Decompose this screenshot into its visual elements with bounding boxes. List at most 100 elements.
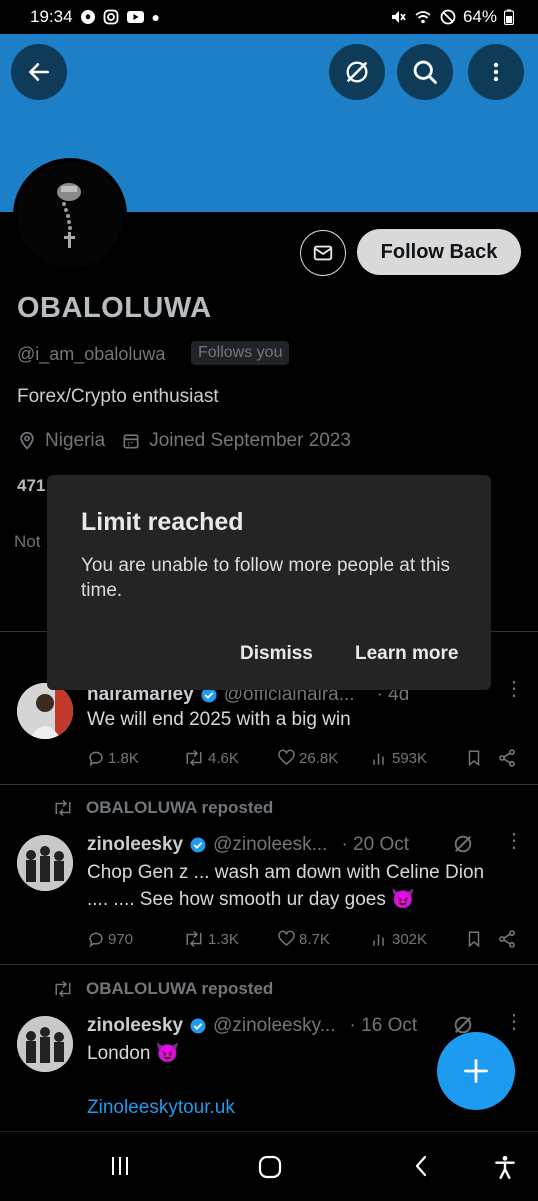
- reply-button[interactable]: 970: [87, 930, 183, 948]
- post-time: · 20 Oct: [341, 834, 410, 855]
- post-text: We will end 2025 with a big win: [87, 709, 351, 730]
- profile-bio: Forex/Crypto enthusiast: [17, 386, 219, 407]
- envelope-icon: [313, 245, 333, 261]
- post-link[interactable]: Zinoleeskytour.uk: [87, 1097, 235, 1119]
- reply-button[interactable]: 1.8K: [87, 749, 183, 767]
- reply-count: 970: [108, 930, 134, 948]
- view-count: 593K: [392, 749, 428, 767]
- battery-percent: 64%: [462, 7, 497, 26]
- post-avatar[interactable]: [17, 1016, 73, 1072]
- profile-name: OBALOLUWA: [17, 292, 212, 324]
- repost-icon: [55, 799, 71, 817]
- divider: [0, 784, 538, 785]
- reply-icon: [89, 751, 103, 767]
- followed-by-text: Not: [14, 532, 41, 551]
- grok-icon[interactable]: [452, 833, 474, 855]
- views-icon: [373, 934, 384, 946]
- post-more-icon[interactable]: ⋮: [504, 679, 524, 699]
- share-icon[interactable]: [497, 929, 517, 949]
- profile-meta: Nigeria Joined September 2023: [17, 430, 351, 452]
- status-time: 19:34: [30, 7, 73, 26]
- post-author: zinoleesky: [87, 834, 184, 855]
- rosary-hand-image: [17, 162, 123, 268]
- post-handle: @zinoleesky...: [213, 1015, 336, 1036]
- profile-joined: Joined September 2023: [149, 430, 351, 451]
- repost-label: OBALOLUWA reposted: [86, 798, 274, 817]
- zinoleesky-avatar-image: [17, 835, 73, 891]
- follow-back-button[interactable]: Follow Back: [357, 229, 521, 275]
- share-icon[interactable]: [497, 748, 517, 768]
- search-button[interactable]: [397, 44, 453, 100]
- more-options-button[interactable]: [468, 44, 524, 100]
- grok-button[interactable]: [329, 44, 385, 100]
- views-button[interactable]: 302K: [371, 930, 463, 948]
- repost-label: OBALOLUWA reposted: [86, 979, 274, 998]
- heart-icon: [278, 930, 295, 946]
- like-count: 26.8K: [299, 749, 339, 767]
- message-button[interactable]: [300, 230, 346, 276]
- post-text: London 😈: [87, 1043, 180, 1064]
- calendar-icon: [123, 434, 139, 449]
- post-avatar[interactable]: [17, 835, 73, 891]
- bookmark-icon[interactable]: [465, 929, 483, 949]
- like-count: 8.7K: [299, 930, 330, 948]
- vertical-dots-icon: [493, 62, 499, 82]
- battery-icon: [504, 9, 514, 25]
- notification-dot-icon: ●: [151, 9, 161, 25]
- repost-count: 4.6K: [208, 749, 239, 767]
- grok-icon: [346, 61, 368, 83]
- post-time: · 16 Oct: [349, 1015, 418, 1036]
- post-author-line[interactable]: zinoleesky @zinoleesk... · 20 Oct: [87, 834, 409, 856]
- repost-indicator: OBALOLUWA reposted: [52, 979, 273, 999]
- back-button[interactable]: [11, 44, 67, 100]
- location-pin-icon: [20, 431, 34, 450]
- following-count: 471: [17, 476, 46, 495]
- profile-avatar[interactable]: [13, 158, 127, 272]
- post-avatar[interactable]: [17, 683, 73, 739]
- accessibility-icon[interactable]: [492, 1154, 518, 1180]
- do-not-disturb-icon: [440, 9, 456, 25]
- plus-icon: [464, 1059, 488, 1083]
- post-actions: 1.8K 4.6K 26.8K 593K: [87, 748, 517, 768]
- status-bar: 19:34 ● 64%: [0, 0, 538, 34]
- profile-location: Nigeria: [45, 430, 106, 451]
- like-button[interactable]: 8.7K: [277, 930, 371, 948]
- back-nav-icon[interactable]: [410, 1154, 434, 1178]
- dismiss-button[interactable]: Dismiss: [240, 643, 313, 665]
- post-more-icon[interactable]: ⋮: [504, 1012, 524, 1032]
- view-count: 302K: [392, 930, 428, 948]
- repost-icon: [55, 980, 71, 998]
- youtube-icon: [126, 11, 144, 23]
- views-icon: [373, 753, 384, 765]
- post-handle: @zinoleesk...: [213, 834, 328, 855]
- views-button[interactable]: 593K: [371, 749, 463, 767]
- mute-icon: [391, 11, 406, 23]
- repost-button[interactable]: 1.3K: [183, 930, 271, 948]
- zinoleesky-avatar-image: [17, 1016, 73, 1072]
- post-text: Chop Gen z ... wash am down with Celine …: [87, 862, 485, 910]
- nairamarley-avatar-image: [17, 683, 73, 739]
- post-author-line[interactable]: zinoleesky @zinoleesky... · 16 Oct: [87, 1015, 417, 1037]
- post-author: zinoleesky: [87, 1015, 184, 1036]
- verified-badge-icon: [190, 1018, 206, 1034]
- reply-icon: [89, 932, 103, 948]
- post-more-icon[interactable]: ⋮: [504, 831, 524, 851]
- compose-button[interactable]: [437, 1032, 515, 1110]
- home-icon[interactable]: [257, 1154, 283, 1180]
- reply-count: 1.8K: [108, 749, 139, 767]
- dialog-title: Limit reached: [81, 508, 244, 536]
- learn-more-button[interactable]: Learn more: [355, 643, 458, 665]
- repost-indicator: OBALOLUWA reposted: [52, 798, 273, 818]
- repost-icon: [186, 930, 202, 948]
- profile-handle: @i_am_obaloluwa: [17, 344, 166, 364]
- soccer-ball-icon: [80, 10, 95, 24]
- follows-you-badge: Follows you: [191, 341, 290, 365]
- system-navigation-bar: [0, 1131, 538, 1201]
- recent-apps-icon[interactable]: [108, 1154, 132, 1178]
- like-button[interactable]: 26.8K: [277, 749, 371, 767]
- bookmark-icon[interactable]: [465, 748, 483, 768]
- repost-icon: [186, 749, 202, 767]
- limit-reached-dialog: Limit reached You are unable to follow m…: [47, 475, 491, 690]
- repost-button[interactable]: 4.6K: [183, 749, 271, 767]
- repost-count: 1.3K: [208, 930, 239, 948]
